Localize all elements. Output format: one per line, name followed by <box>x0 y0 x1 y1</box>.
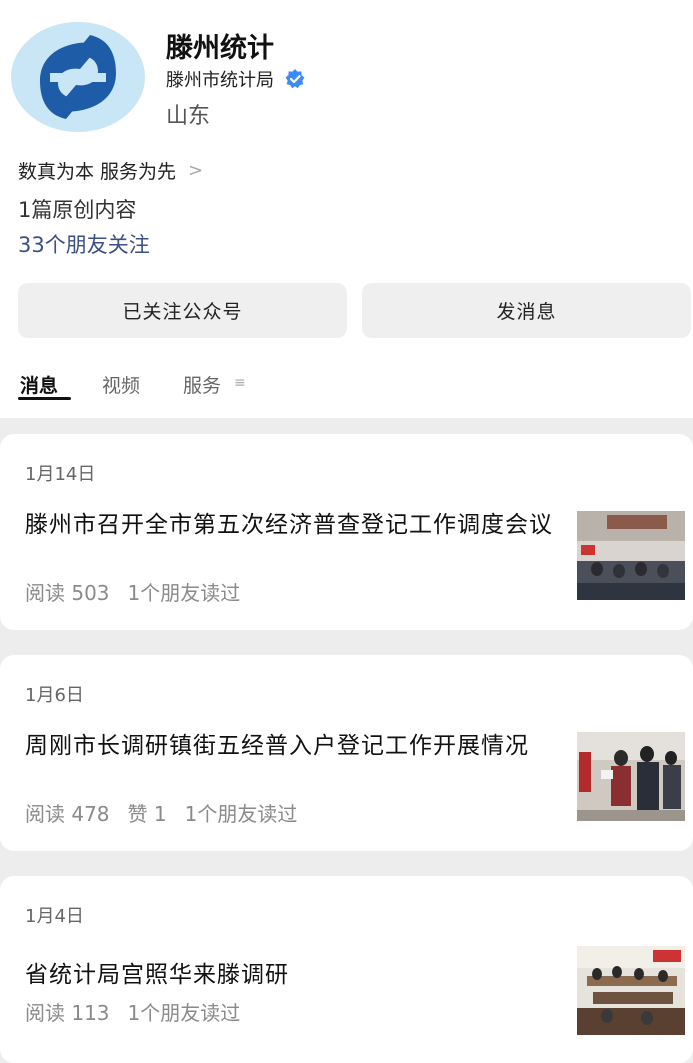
article-meta: 阅读 503 1个朋友读过 <box>25 577 258 606</box>
tab-messages[interactable]: 消息 <box>20 371 58 398</box>
article-meta: 阅读 113 1个朋友读过 <box>25 997 258 1026</box>
menu-icon[interactable]: ≡ <box>234 375 246 391</box>
account-region: 山东 <box>166 104 211 129</box>
account-logo[interactable] <box>10 21 146 133</box>
read-count: 阅读 478 <box>25 802 110 826</box>
friends-following[interactable]: 33个朋友关注 <box>18 229 150 259</box>
tab-videos[interactable]: 视频 <box>102 371 140 398</box>
followed-button[interactable]: 已关注公众号 <box>18 283 347 338</box>
account-org-label: 滕州市统计局 <box>166 70 274 91</box>
article-date: 1月14日 <box>25 464 96 485</box>
article-thumbnail[interactable] <box>577 511 685 600</box>
friends-read: 1个朋友读过 <box>184 802 298 826</box>
article-card[interactable]: 1月14日 滕州市召开全市第五次经济普查登记工作调度会议 阅读 503 1个朋友读… <box>0 434 693 630</box>
article-title[interactable]: 滕州市召开全市第五次经济普查登记工作调度会议 <box>25 509 555 541</box>
active-tab-indicator <box>18 397 71 400</box>
like-count: 赞 1 <box>127 802 167 826</box>
account-org[interactable]: 滕州市统计局 <box>166 66 306 92</box>
profile-header: 滕州统计 滕州市统计局 山东 数真为本 服务为先 > 1篇原创内容 33个朋友关… <box>0 0 693 418</box>
article-title[interactable]: 周刚市长调研镇街五经普入户登记工作开展情况 <box>25 730 555 762</box>
article-card[interactable]: 1月6日 周刚市长调研镇街五经普入户登记工作开展情况 阅读 478 赞 1 1个朋友… <box>0 655 693 851</box>
friends-read: 1个朋友读过 <box>127 1001 241 1025</box>
read-count: 阅读 503 <box>25 581 110 605</box>
read-count: 阅读 113 <box>25 1001 110 1025</box>
article-meta: 阅读 478 赞 1 1个朋友读过 <box>25 798 315 827</box>
account-intro[interactable]: 数真为本 服务为先 > <box>18 157 203 184</box>
article-thumbnail[interactable] <box>577 946 685 1035</box>
article-thumbnail[interactable] <box>577 732 685 821</box>
tab-services[interactable]: 服务 <box>183 371 221 398</box>
article-date: 1月6日 <box>25 685 84 706</box>
verified-icon <box>284 68 306 90</box>
article-title[interactable]: 省统计局宫照华来滕调研 <box>25 959 555 991</box>
chevron-right-icon: > <box>188 160 204 181</box>
account-motto: 数真为本 服务为先 <box>18 161 177 183</box>
article-date: 1月4日 <box>25 906 84 927</box>
friends-read: 1个朋友读过 <box>127 581 241 605</box>
send-message-button[interactable]: 发消息 <box>362 283 691 338</box>
original-count[interactable]: 1篇原创内容 <box>18 194 136 224</box>
article-card[interactable]: 1月4日 省统计局宫照华来滕调研 阅读 113 1个朋友读过 <box>0 876 693 1063</box>
account-name: 滕州统计 <box>166 33 274 64</box>
